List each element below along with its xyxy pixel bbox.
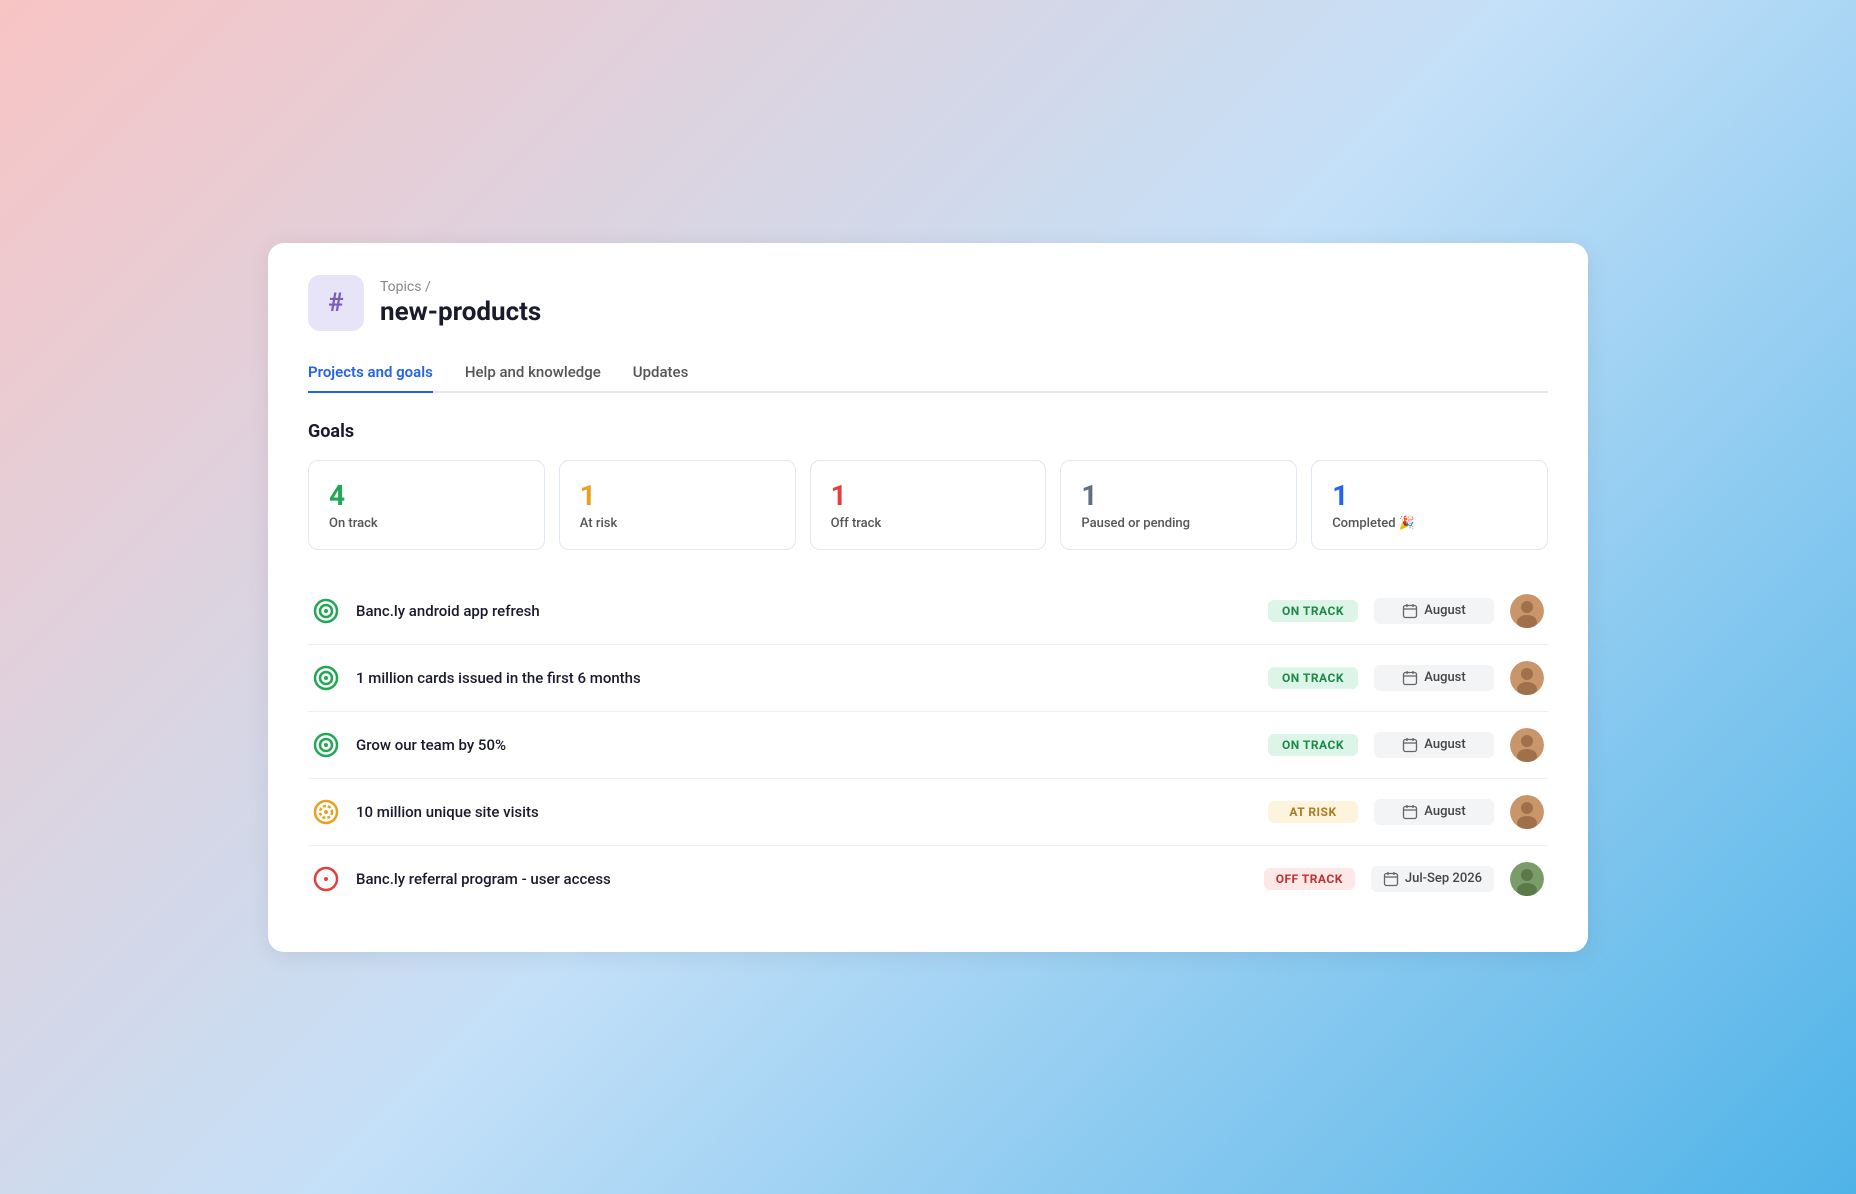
- stats-grid: 4 On track 1 At risk 1 Off track 1 Pause…: [308, 460, 1548, 550]
- goal-name: Grow our team by 50%: [356, 736, 1252, 754]
- page-header: # Topics / new-products: [308, 275, 1548, 331]
- calendar-icon: [1402, 804, 1418, 820]
- stat-at-risk-label: At risk: [580, 516, 775, 531]
- stat-off-track-number: 1: [831, 479, 1026, 512]
- breadcrumb: Topics /: [380, 279, 541, 295]
- goal-row[interactable]: Banc.ly referral program - user access O…: [308, 846, 1548, 912]
- stat-at-risk-number: 1: [580, 479, 775, 512]
- status-badge: AT RISK: [1268, 801, 1358, 823]
- stat-completed[interactable]: 1 Completed 🎉: [1311, 460, 1548, 550]
- avatar: [1510, 728, 1544, 762]
- goal-row[interactable]: Banc.ly android app refresh ON TRACK Aug…: [308, 578, 1548, 645]
- stat-on-track-label: On track: [329, 516, 524, 531]
- goal-name: 10 million unique site visits: [356, 803, 1252, 821]
- calendar-icon: [1402, 603, 1418, 619]
- page-title: new-products: [380, 297, 541, 327]
- off-track-icon: [312, 865, 340, 893]
- stat-off-track-label: Off track: [831, 516, 1026, 531]
- goal-date: August: [1424, 670, 1465, 685]
- stat-at-risk[interactable]: 1 At risk: [559, 460, 796, 550]
- goals-section-title: Goals: [308, 421, 1548, 442]
- main-card: # Topics / new-products Projects and goa…: [268, 243, 1588, 952]
- calendar-icon: [1402, 670, 1418, 686]
- status-badge: ON TRACK: [1268, 667, 1358, 689]
- goal-row[interactable]: 10 million unique site visits AT RISK Au…: [308, 779, 1548, 846]
- stat-on-track-number: 4: [329, 479, 524, 512]
- avatar: [1510, 795, 1544, 829]
- date-badge: August: [1374, 799, 1494, 825]
- stat-completed-label: Completed 🎉: [1332, 516, 1527, 531]
- at-risk-icon: [312, 798, 340, 826]
- calendar-icon: [1402, 737, 1418, 753]
- stat-paused-label: Paused or pending: [1081, 516, 1276, 531]
- date-badge: Jul-Sep 2026: [1371, 866, 1494, 892]
- date-badge: August: [1374, 732, 1494, 758]
- goal-date: Jul-Sep 2026: [1405, 871, 1482, 886]
- topic-icon: #: [308, 275, 364, 331]
- stat-off-track[interactable]: 1 Off track: [810, 460, 1047, 550]
- stat-completed-number: 1: [1332, 479, 1527, 512]
- goal-row[interactable]: Grow our team by 50% ON TRACK August: [308, 712, 1548, 779]
- goal-date: August: [1424, 804, 1465, 819]
- avatar: [1510, 862, 1544, 896]
- goal-date: August: [1424, 603, 1465, 618]
- avatar: [1510, 661, 1544, 695]
- goals-list: Banc.ly android app refresh ON TRACK Aug…: [308, 578, 1548, 912]
- stat-paused-number: 1: [1081, 479, 1276, 512]
- status-badge: ON TRACK: [1268, 734, 1358, 756]
- header-text: Topics / new-products: [380, 279, 541, 327]
- tab-help-and-knowledge[interactable]: Help and knowledge: [465, 363, 601, 393]
- goal-name: Banc.ly android app refresh: [356, 602, 1252, 620]
- tab-nav: Projects and goals Help and knowledge Up…: [308, 363, 1548, 393]
- date-badge: August: [1374, 598, 1494, 624]
- tab-updates[interactable]: Updates: [633, 363, 689, 393]
- status-badge: OFF TRACK: [1264, 868, 1355, 890]
- tab-projects-and-goals[interactable]: Projects and goals: [308, 363, 433, 393]
- calendar-icon: [1383, 871, 1399, 887]
- goal-name: Banc.ly referral program - user access: [356, 870, 1248, 888]
- on-track-icon: [312, 664, 340, 692]
- date-badge: August: [1374, 665, 1494, 691]
- goal-date: August: [1424, 737, 1465, 752]
- on-track-icon: [312, 731, 340, 759]
- stat-on-track[interactable]: 4 On track: [308, 460, 545, 550]
- status-badge: ON TRACK: [1268, 600, 1358, 622]
- goals-section: Goals 4 On track 1 At risk 1 Off track 1…: [308, 421, 1548, 912]
- stat-paused[interactable]: 1 Paused or pending: [1060, 460, 1297, 550]
- goal-row[interactable]: 1 million cards issued in the first 6 mo…: [308, 645, 1548, 712]
- avatar: [1510, 594, 1544, 628]
- on-track-icon: [312, 597, 340, 625]
- goal-name: 1 million cards issued in the first 6 mo…: [356, 669, 1252, 687]
